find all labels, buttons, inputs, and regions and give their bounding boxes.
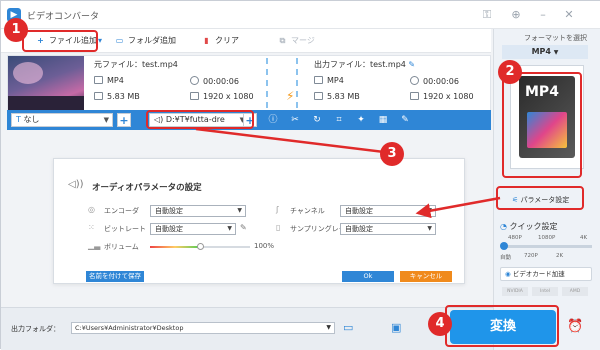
step-badge-4: 4 [428, 312, 452, 336]
arrow-to-audio [195, 127, 385, 154]
highlight-convert [445, 305, 559, 347]
annotation-arrows [195, 127, 501, 219]
arrow-to-dialog [415, 196, 501, 219]
